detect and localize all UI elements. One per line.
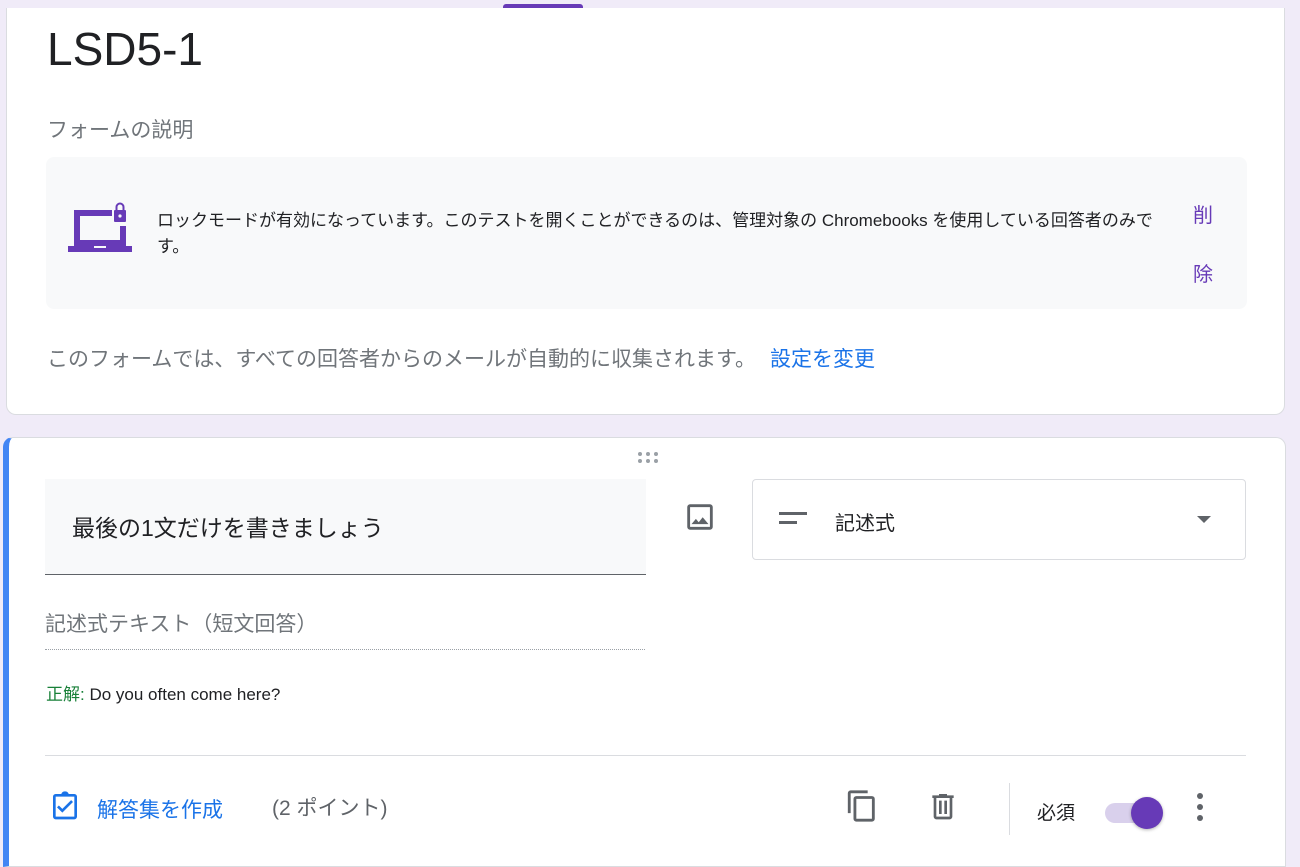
points-label: (2 ポイント) [272,797,388,820]
more-options-icon[interactable] [1195,792,1205,827]
question-type-dropdown[interactable]: 記述式 [752,479,1246,560]
form-title[interactable]: LSD5-1 [47,22,203,76]
answer-key-button[interactable]: 解答集を作成 [49,789,223,828]
delete-icon[interactable] [927,788,959,829]
correct-answer-value: Do you often come here? [84,685,281,704]
locked-laptop-icon [68,202,132,259]
email-notice-text: このフォームでは、すべての回答者からのメールが自動的に収集されます。 [47,348,756,371]
divider [45,755,1246,756]
correct-answer-label: 正解: [46,685,85,704]
required-toggle[interactable] [1105,797,1165,831]
toolbar-separator [1009,783,1010,835]
add-image-icon[interactable] [683,500,717,539]
question-title-input[interactable]: 最後の1文だけを書きましょう [45,479,646,575]
change-settings-link[interactable]: 設定を変更 [770,348,875,371]
form-header-card: LSD5-1 フォームの説明 ロックモードが有効になっています。このテストを開く… [6,8,1285,415]
answer-key-label: 解答集を作成 [97,798,223,822]
remove-lock-mode-button[interactable]: 削除 [1191,187,1215,305]
form-description-input[interactable]: フォームの説明 [47,114,193,144]
lock-mode-message: ロックモードが有効になっています。このテストを開くことができるのは、管理対象の … [157,211,1153,256]
required-label: 必須 [1037,803,1076,824]
question-type-label: 記述式 [835,513,895,535]
duplicate-icon[interactable] [845,787,879,830]
email-collection-notice: このフォームでは、すべての回答者からのメールが自動的に収集されます。 設定を変更 [47,343,875,373]
short-answer-placeholder: 記述式テキスト（短文回答） [45,608,645,650]
drag-handle-icon[interactable] [636,451,664,470]
lock-mode-banner: ロックモードが有効になっています。このテストを開くことができるのは、管理対象の … [46,157,1247,309]
short-text-icon [779,512,807,531]
correct-answer: 正解: Do you often come here? [46,680,280,705]
answer-key-icon [49,789,81,828]
dropdown-arrow-icon [1197,516,1211,523]
question-card[interactable]: 最後の1文だけを書きましょう 記述式 記述式テキスト（短文回答） 正解: Do … [3,437,1286,867]
